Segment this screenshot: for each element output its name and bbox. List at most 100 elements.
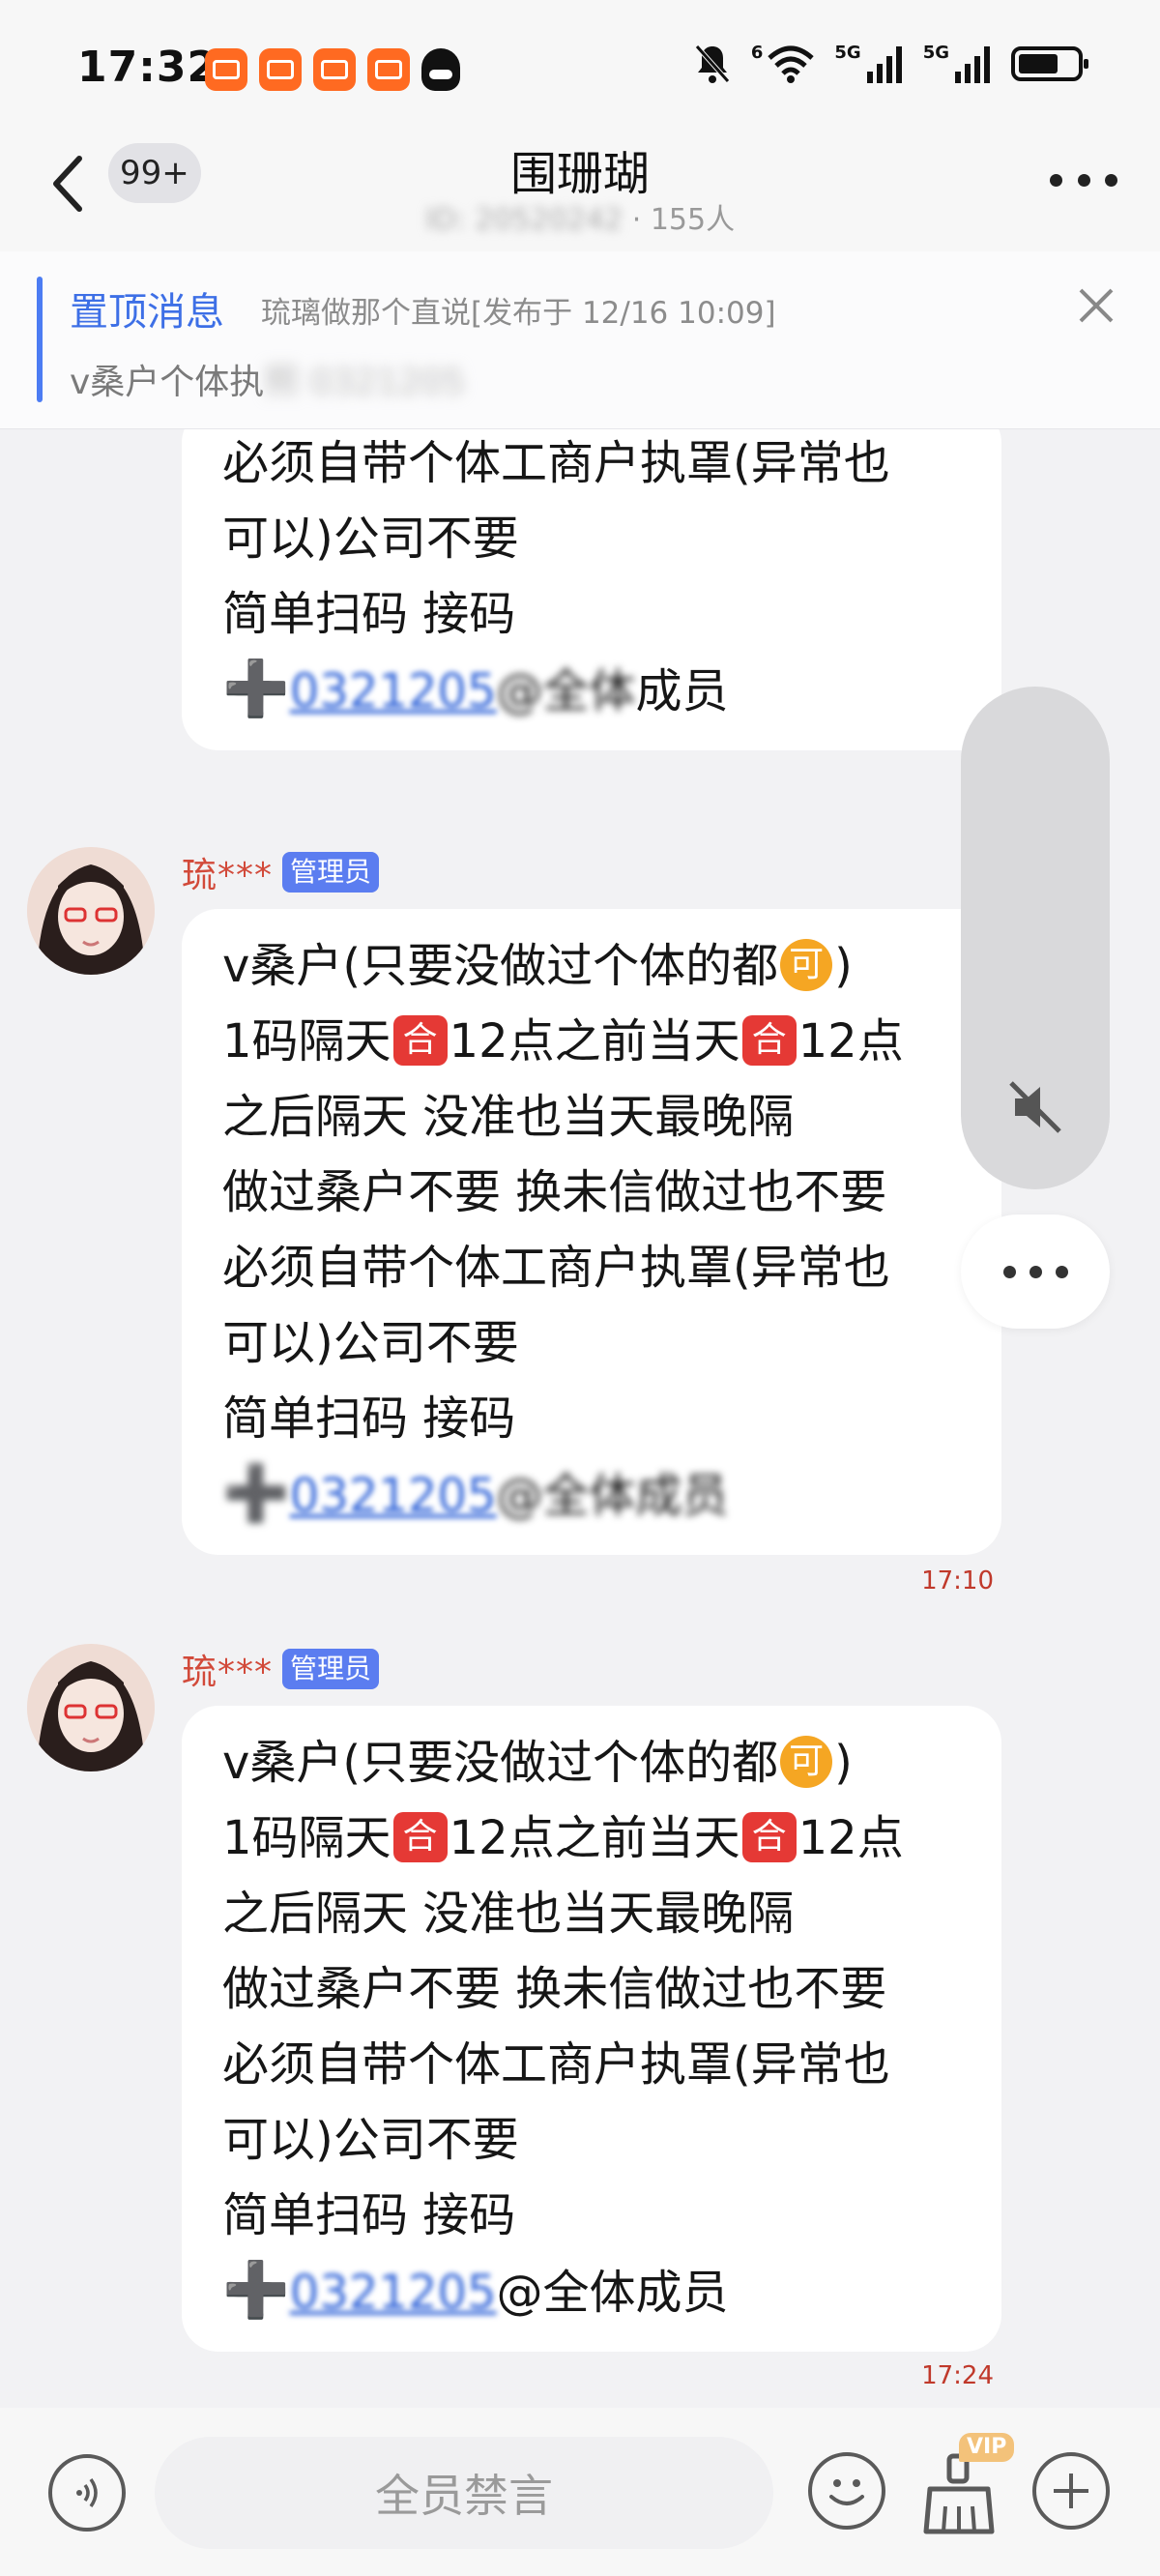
he-emoji-icon: 合 <box>741 1812 797 1862</box>
pinned-label: 置顶消息 <box>70 290 224 335</box>
he-emoji-icon: 合 <box>392 1015 448 1066</box>
more-options-button[interactable] <box>1050 161 1117 199</box>
message-line: 可以)公司不要 <box>222 512 519 566</box>
role-badge: 管理员 <box>282 852 380 893</box>
ke-emoji-icon: 可 <box>780 939 833 991</box>
message-bubble[interactable]: v桑户(只要没做过个体的都可) 1码隔天合 12点之前当天合 12点 之后隔天 没准… <box>182 909 1001 1555</box>
message-bubble[interactable]: v桑户(只要没做过个体的都可) 1码隔天合 12点之前当天合 12点 之后隔天 没准… <box>182 1706 1001 2352</box>
plus-emoji: ➕ <box>222 658 290 720</box>
pinned-accent-bar <box>37 277 43 402</box>
message-line: 简单扫码 接码 <box>222 587 516 641</box>
message-time: 17:10 <box>921 1566 994 1595</box>
orange-app-icon <box>205 48 247 91</box>
message-line: ➕0321205@全体成员 <box>222 1456 961 1534</box>
message-text: ) <box>834 1736 853 1790</box>
wifi-icon <box>768 45 815 83</box>
cleanup-button[interactable]: VIP <box>920 2433 1015 2539</box>
message-line: 1码隔天合 12点之前当天合 12点 <box>222 1800 961 1876</box>
mention-blurred: @全体 <box>496 664 636 718</box>
message-text: 12点 <box>798 1014 904 1068</box>
sender-info: 琉*** 管理员 <box>182 847 380 897</box>
signal-icon <box>866 46 902 83</box>
contact-link[interactable]: 0321205 <box>290 2266 497 2320</box>
mention-text: 成员 <box>635 664 729 718</box>
plus-icon <box>1054 2474 1088 2508</box>
message-input-disabled[interactable]: 全员禁言 <box>155 2437 773 2549</box>
pinned-body: v桑户个体执照 0321205 <box>70 354 465 404</box>
chat-subtitle: ID: 20520242 · 155人 <box>0 195 1160 238</box>
network-label: 5G <box>922 42 949 63</box>
dot-icon <box>1105 173 1117 187</box>
message-line: ➕0321205@全体成员 <box>222 652 961 729</box>
plus-emoji: ➕ <box>222 2259 290 2322</box>
signal-icon <box>955 46 990 83</box>
speaker-muted-icon <box>1009 1081 1061 1133</box>
message-line: 之后隔天 没准也当天最晚隔 <box>222 1090 795 1144</box>
message-line: 可以)公司不要 <box>222 2113 519 2167</box>
close-pinned-button[interactable] <box>1069 278 1123 333</box>
mention-text: @全体成员 <box>496 2266 729 2320</box>
qq-penguin-icon <box>421 48 460 91</box>
contact-link[interactable]: 0321205 <box>290 1469 497 1523</box>
avatar[interactable] <box>27 1644 155 1771</box>
message-bubble[interactable]: 必须自带个体工商户执罩(异常也 可以)公司不要 简单扫码 接码 ➕0321205… <box>182 429 1001 750</box>
group-id: ID: 20520242 <box>424 203 624 237</box>
sender-name[interactable]: 琉*** <box>182 1644 273 1694</box>
orange-app-icon <box>259 48 302 91</box>
avatar-image <box>27 847 155 975</box>
message-text: 12点之前当天 <box>449 1811 740 1865</box>
ke-emoji-icon: 可 <box>780 1736 833 1788</box>
message-time: 17:24 <box>921 2361 994 2390</box>
contact-link[interactable]: 0321205 <box>290 664 497 718</box>
emoji-button[interactable] <box>808 2452 885 2530</box>
message-text: 1码隔天 <box>222 1014 392 1068</box>
pinned-message[interactable]: 置顶消息 琉璃做那个直说[发布于 12/16 10:09] v桑户个体执照 03… <box>0 251 1160 429</box>
status-bar: 17:32 6 5G 5G <box>0 0 1160 135</box>
smiley-icon <box>829 2479 864 2505</box>
message-line: 必须自带个体工商户执罩(异常也 <box>222 2037 890 2092</box>
message-line: 做过桑户不要 换未信做过也不要 <box>222 1962 887 2016</box>
message-line: v桑户(只要没做过个体的都可) <box>222 1725 961 1800</box>
floating-more-button[interactable] <box>961 1215 1110 1329</box>
status-app-icons <box>205 48 460 91</box>
plus-emoji: ➕ <box>222 1462 290 1525</box>
status-indicators: 6 5G 5G <box>693 42 1088 85</box>
sender-info: 琉*** 管理员 <box>182 1644 380 1694</box>
message-line: 简单扫码 接码 <box>222 2188 516 2242</box>
dot-icon <box>1050 173 1062 187</box>
battery-icon <box>1011 46 1088 81</box>
role-badge: 管理员 <box>282 1649 380 1689</box>
member-count: · 155人 <box>631 203 736 237</box>
message-text: 1码隔天 <box>222 1811 392 1865</box>
add-more-button[interactable] <box>1032 2452 1110 2530</box>
pinned-meta: 琉璃做那个直说[发布于 12/16 10:09] <box>261 296 776 331</box>
pinned-body-blurred: 照 0321205 <box>264 363 466 402</box>
sender-name[interactable]: 琉*** <box>182 847 273 897</box>
message-text: 12点 <box>798 1811 904 1865</box>
orange-app-icon <box>367 48 410 91</box>
network-label: 6 <box>750 42 764 63</box>
message-line: 1码隔天合 12点之前当天合 12点 <box>222 1004 961 1079</box>
message-line: 简单扫码 接码 <box>222 1391 516 1446</box>
close-icon <box>1079 288 1114 323</box>
voice-wave-icon <box>76 2477 98 2508</box>
he-emoji-icon: 合 <box>392 1812 448 1862</box>
message-line: 必须自带个体工商户执罩(异常也 <box>222 436 890 490</box>
floating-media-panel[interactable] <box>961 687 1110 1189</box>
mention-text: @全体成员 <box>496 1469 729 1523</box>
bell-muted-icon <box>694 44 730 83</box>
network-label: 5G <box>834 42 861 63</box>
message-text: ) <box>834 939 853 993</box>
he-emoji-icon: 合 <box>741 1015 797 1066</box>
avatar-image <box>27 1644 155 1771</box>
avatar[interactable] <box>27 847 155 975</box>
message-text: v桑户(只要没做过个体的都 <box>222 1736 779 1790</box>
dot-icon <box>1055 1265 1068 1278</box>
message-line: 必须自带个体工商户执罩(异常也 <box>222 1241 890 1295</box>
dot-icon <box>1029 1265 1042 1278</box>
pinned-body-text: v桑户个体执 <box>70 363 265 402</box>
chat-header: 99+ 围珊瑚 ID: 20520242 · 155人 <box>0 135 1160 251</box>
message-text: v桑户(只要没做过个体的都 <box>222 939 779 993</box>
dot-icon <box>1077 173 1090 187</box>
voice-button[interactable] <box>48 2454 126 2532</box>
